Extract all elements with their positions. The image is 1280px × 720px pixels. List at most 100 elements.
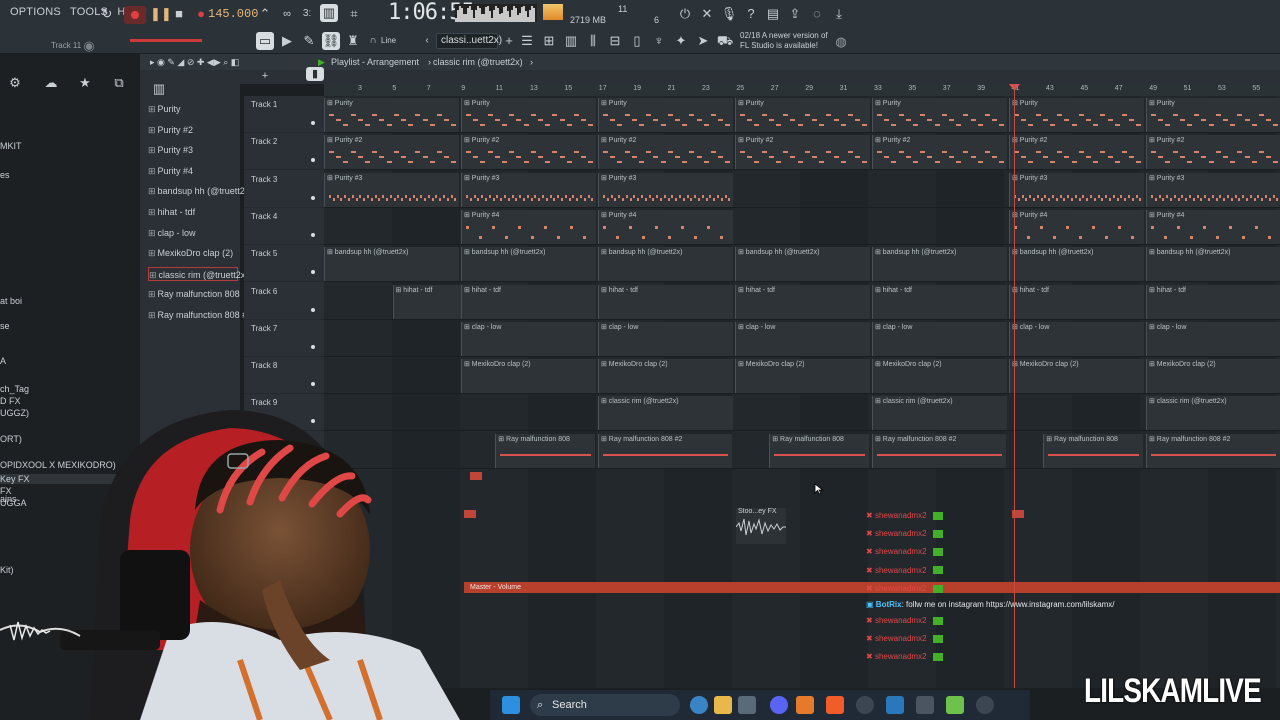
pattern-clip[interactable]: ⊞ Ray malfunction 808 #2 xyxy=(1146,433,1280,468)
track-mute-led[interactable] xyxy=(311,382,315,387)
browser-settings-icon[interactable]: ⚙ xyxy=(6,74,24,92)
pattern-clip[interactable]: ⊞ Ray malfunction 808 #2 xyxy=(872,433,1006,468)
pattern-clip[interactable]: ⊞ bandsup hh (@truett2x) xyxy=(1009,247,1144,282)
pattern-clip[interactable]: ⊞ Ray malfunction 808 xyxy=(495,433,596,468)
refresh-icon[interactable]: ↻ xyxy=(98,5,116,23)
pattern-clip[interactable]: ⊞ MexikoDro clap (2) xyxy=(872,359,1007,394)
master-pitch-slider[interactable] xyxy=(130,39,202,42)
pattern-clip[interactable]: ⊞ bandsup hh (@truett2x) xyxy=(1146,247,1280,282)
track-header[interactable]: Track 4 xyxy=(244,208,324,245)
pattern-clip[interactable]: ⊞ Ray malfunction 808 #2 xyxy=(598,433,732,468)
pattern-clip[interactable]: ⊞ hihat - tdf xyxy=(1146,284,1280,319)
browser-item[interactable]: MKIT xyxy=(0,141,22,151)
power-icon[interactable]: ⏻ xyxy=(676,5,694,23)
pattern-clip[interactable]: ⊞ hihat - tdf xyxy=(872,284,1007,319)
pause-icon[interactable]: ❚❚ xyxy=(150,5,172,23)
mixer-icon[interactable]: ⫼ xyxy=(584,32,602,50)
pattern-clip[interactable]: ⊞ MexikoDro clap (2) xyxy=(598,359,733,394)
pattern-clip[interactable]: ⊞ MexikoDro clap (2) xyxy=(1009,359,1144,394)
typing-keyboard-icon[interactable]: ▥ xyxy=(320,4,338,22)
countdown-icon[interactable]: ⌗ xyxy=(345,5,363,23)
folder-tab-icon[interactable]: ⧉ xyxy=(110,74,128,92)
timeline-ruler[interactable]: 3579111315171921232527293133353739414345… xyxy=(324,84,1280,96)
picker-pattern-item[interactable]: ⊞ classic rim (@truett2x) xyxy=(148,266,248,281)
channel-rack-icon[interactable]: ▥ xyxy=(562,32,580,50)
pattern-clip[interactable]: ⊞ Ray malfunction 808 xyxy=(769,433,870,468)
browser-item[interactable]: at boi xyxy=(0,296,22,306)
playlist-icon[interactable]: ☰ xyxy=(518,32,536,50)
loop-icon[interactable]: ∞ xyxy=(278,5,296,23)
track-header[interactable]: Track 8 xyxy=(244,357,324,395)
pattern-clip[interactable]: ⊞ Purity #2 xyxy=(872,135,1007,170)
stop-icon[interactable]: ■ xyxy=(170,5,188,23)
steam-icon[interactable] xyxy=(886,696,904,714)
pattern-clip[interactable]: ⊞ clap - low xyxy=(735,321,870,356)
pattern-clip[interactable]: ⊞ Purity #3 xyxy=(1009,172,1144,207)
pattern-clip[interactable]: ⊞ Purity xyxy=(735,98,870,132)
send-icon[interactable]: ➤ xyxy=(694,32,712,50)
playlist-tools-icon[interactable]: ▸ ◉ ✎ ◢ ⊘ ✚ ◀▶ ⌕ ◧ xyxy=(150,54,239,70)
pattern-clip[interactable]: ⊞ bandsup hh (@truett2x) xyxy=(598,247,733,282)
pattern-clip[interactable]: ⊞ Ray malfunction 808 xyxy=(1043,433,1144,468)
pattern-clip[interactable]: ⊞ Purity xyxy=(872,98,1007,132)
picker-pattern-item[interactable]: ⊞ Ray malfunction 808 xyxy=(148,287,240,301)
pattern-clip[interactable]: ⊞ Purity #2 xyxy=(461,135,596,170)
cart-icon[interactable]: ⛟ xyxy=(716,32,734,50)
picker-pattern-item[interactable]: ⊞ Purity #3 xyxy=(148,143,238,157)
play-arrow-icon[interactable]: ▶ xyxy=(278,32,296,50)
windows-start-icon[interactable] xyxy=(502,696,520,714)
pattern-clip[interactable]: ⊞ clap - low xyxy=(1146,321,1280,356)
pattern-clip[interactable]: ⊞ Purity xyxy=(1146,98,1280,132)
add-pattern-icon[interactable]: + xyxy=(500,32,518,50)
plugin-icon[interactable]: ♆ xyxy=(650,32,668,50)
track-header[interactable]: Track 6 xyxy=(244,283,324,320)
brave-icon[interactable] xyxy=(826,696,844,714)
pattern-clip[interactable]: ⊞ Purity xyxy=(324,98,459,132)
cloud-icon[interactable]: ☁ xyxy=(42,74,60,92)
pattern-clip[interactable]: ⊞ clap - low xyxy=(872,321,1007,356)
pan-knob-icon[interactable]: ◉ xyxy=(80,37,98,55)
picker-pattern-item[interactable]: ⊞ Purity xyxy=(148,102,238,116)
track-mute-led[interactable] xyxy=(311,121,315,125)
audio-clip[interactable]: Stoo...ey FX xyxy=(735,508,786,544)
pattern-clip[interactable]: ⊞ Purity #4 xyxy=(1146,209,1280,244)
pattern-clip[interactable]: ⊞ Purity #3 xyxy=(598,172,733,207)
add-track-icon[interactable]: + xyxy=(256,67,274,85)
pattern-clip[interactable]: ⊞ hihat - tdf xyxy=(1009,284,1144,319)
time-marker-icon[interactable]: ▮ xyxy=(306,67,324,81)
file-explorer-icon[interactable] xyxy=(714,696,732,714)
pattern-clip[interactable]: ⊞ Purity #3 xyxy=(461,172,596,207)
pattern-clip[interactable]: ⊞ classic rim (@truett2x) xyxy=(598,396,733,431)
pattern-clip[interactable]: ⊞ classic rim (@truett2x) xyxy=(1146,396,1280,431)
track-header[interactable]: Track 1 xyxy=(244,96,324,133)
pattern-clip[interactable]: ⊞ Purity xyxy=(461,98,596,132)
download-icon[interactable]: ⤓ xyxy=(830,5,848,23)
pattern-clip[interactable]: ⊞ bandsup hh (@truett2x) xyxy=(324,247,459,282)
pattern-clip[interactable]: ⊞ bandsup hh (@truett2x) xyxy=(461,247,596,282)
pattern-clip[interactable]: ⊞ hihat - tdf xyxy=(735,284,870,319)
pattern-clip[interactable]: ⊞ Purity #2 xyxy=(324,135,459,170)
save-icon[interactable]: ▤ xyxy=(764,5,782,23)
pattern-clip[interactable]: ⊞ Purity #4 xyxy=(461,209,596,244)
pattern-clip[interactable]: ⊞ MexikoDro clap (2) xyxy=(461,359,596,394)
help-icon[interactable]: ? xyxy=(742,5,760,23)
browser-item[interactable]: es xyxy=(0,170,10,180)
pattern-clip[interactable]: ⊞ clap - low xyxy=(598,321,733,356)
pattern-clip[interactable]: ⊞ Purity #4 xyxy=(598,209,733,244)
track-mute-led[interactable] xyxy=(311,270,315,275)
track-mute-led[interactable] xyxy=(311,307,315,312)
pattern-clip[interactable]: ⊞ hihat - tdf xyxy=(598,284,733,319)
browser-item[interactable]: A xyxy=(0,356,6,366)
obs-icon[interactable] xyxy=(856,696,874,714)
pattern-clip[interactable]: ⊞ clap - low xyxy=(461,321,596,356)
pattern-clip[interactable]: ⊞ Purity #2 xyxy=(598,135,733,170)
pattern-clip[interactable]: ⊞ Purity #2 xyxy=(1146,135,1280,170)
discord-icon[interactable] xyxy=(770,696,788,714)
browser-item[interactable]: se xyxy=(0,321,10,331)
pattern-clip[interactable]: ⊞ classic rim (@truett2x) xyxy=(872,396,1007,431)
picker-pattern-item[interactable]: ⊞ MexikoDro clap (2) xyxy=(148,246,238,260)
pattern-clip[interactable]: ⊞ Purity xyxy=(1009,98,1144,132)
snap-selector[interactable]: Line xyxy=(381,36,396,45)
track-mute-led[interactable] xyxy=(311,232,315,237)
pattern-clip[interactable]: ⊞ hihat - tdf xyxy=(461,284,596,319)
